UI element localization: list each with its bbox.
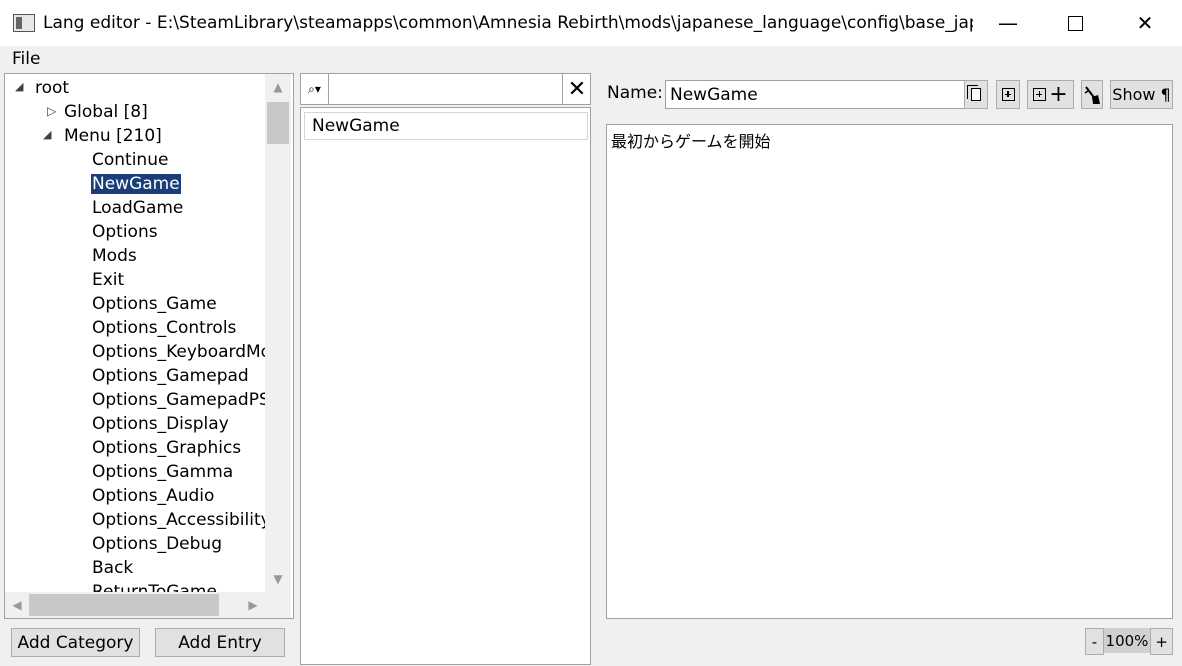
scroll-thumb[interactable] (267, 102, 289, 144)
scroll-up-icon[interactable]: ▲ (265, 74, 291, 100)
copy-button[interactable] (964, 80, 988, 109)
tree-item[interactable]: Continue (92, 148, 168, 172)
tree-item[interactable]: Options_Audio (92, 484, 214, 508)
add-button[interactable] (996, 80, 1020, 109)
tree-item[interactable]: Exit (92, 268, 124, 292)
maximize-icon (1067, 15, 1083, 31)
tree-item[interactable]: Options_Gamma (92, 460, 233, 484)
tree-item[interactable]: Options_Controls (92, 316, 236, 340)
app-icon (13, 14, 35, 32)
tree-horizontal-scrollbar[interactable]: ◀ ▶ (5, 592, 265, 618)
minimize-icon: — (998, 11, 1018, 35)
category-tree[interactable]: ◢ root ▷ Global [8] ◢ Menu [210] Continu… (4, 73, 294, 619)
minimize-button[interactable]: — (973, 0, 1043, 46)
tree-item[interactable]: Options_Accessibility (92, 508, 271, 532)
close-icon: ✕ (1136, 11, 1154, 35)
scroll-right-icon[interactable]: ▶ (241, 592, 265, 618)
collapsed-arrow-icon[interactable]: ▷ (47, 104, 56, 118)
text-editor[interactable]: 最初からゲームを開始 (606, 124, 1173, 619)
tree-node-root[interactable]: root (35, 76, 69, 100)
menu-file[interactable]: File (12, 49, 40, 69)
tree-vertical-scrollbar[interactable]: ▲ ▼ (265, 74, 291, 592)
zoom-level: 100% (1104, 628, 1150, 653)
tree-item[interactable]: Options (92, 220, 158, 244)
add-category-button[interactable]: Add Category (11, 628, 140, 657)
tree-node-menu[interactable]: Menu [210] (64, 124, 162, 148)
scroll-down-icon[interactable]: ▼ (265, 566, 291, 592)
search-input[interactable] (329, 74, 561, 104)
scroll-corner (265, 592, 291, 618)
add-box-icon (1033, 88, 1047, 101)
show-whitespace-button[interactable]: Show ¶ (1110, 80, 1173, 109)
broom-icon (1084, 85, 1100, 104)
tree-item[interactable]: Options_Graphics (92, 436, 241, 460)
entry-list[interactable]: NewGame (300, 107, 591, 665)
scroll-thumb[interactable] (29, 594, 219, 616)
clean-button[interactable] (1081, 80, 1103, 109)
tree-item[interactable]: Back (92, 556, 133, 580)
close-icon: ✕ (567, 76, 587, 102)
tree-item[interactable]: Mods (92, 244, 137, 268)
add-box-icon (1001, 88, 1015, 101)
add-multiple-button[interactable]: + (1027, 80, 1074, 109)
copy-icon (967, 85, 981, 101)
name-field[interactable] (665, 80, 965, 109)
tree-item[interactable]: Options_Gamepad (92, 364, 249, 388)
tree-item[interactable]: Options_Debug (92, 532, 222, 556)
expanded-arrow-icon[interactable]: ◢ (15, 80, 23, 93)
add-entry-button[interactable]: Add Entry (155, 628, 285, 657)
tree-item[interactable]: LoadGame (92, 196, 183, 220)
scroll-left-icon[interactable]: ◀ (5, 592, 29, 618)
zoom-in-button[interactable]: + (1150, 628, 1173, 655)
zoom-out-button[interactable]: - (1085, 628, 1104, 655)
window-title: Lang editor - E:\SteamLibrary\steamapps\… (43, 13, 973, 33)
list-item[interactable]: NewGame (304, 112, 588, 140)
menu-bar: File (0, 46, 1182, 72)
close-button[interactable]: ✕ (1110, 0, 1180, 46)
name-label: Name: (607, 83, 663, 103)
tree-item-selected[interactable]: NewGame (91, 172, 181, 196)
tree-item-label: NewGame (91, 174, 181, 194)
search-box: ⌕▾ ✕ (300, 73, 591, 105)
expanded-arrow-icon[interactable]: ◢ (43, 128, 51, 141)
clear-search-button[interactable]: ✕ (562, 74, 591, 104)
tree-item[interactable]: Options_Game (92, 292, 217, 316)
tree-item[interactable]: Options_KeyboardMo (92, 340, 271, 364)
plus-icon: + (1049, 82, 1068, 107)
tree-node-global[interactable]: Global [8] (64, 100, 148, 124)
search-options-dropdown[interactable]: ⌕▾ (301, 74, 329, 104)
search-icon: ⌕▾ (308, 81, 321, 96)
maximize-button[interactable] (1040, 0, 1110, 46)
tree-item[interactable]: Options_Display (92, 412, 229, 436)
tree-item[interactable]: Options_GamepadPS4 (92, 388, 281, 412)
entry-text[interactable]: 最初からゲームを開始 (611, 128, 771, 152)
title-bar: Lang editor - E:\SteamLibrary\steamapps\… (0, 0, 1182, 46)
